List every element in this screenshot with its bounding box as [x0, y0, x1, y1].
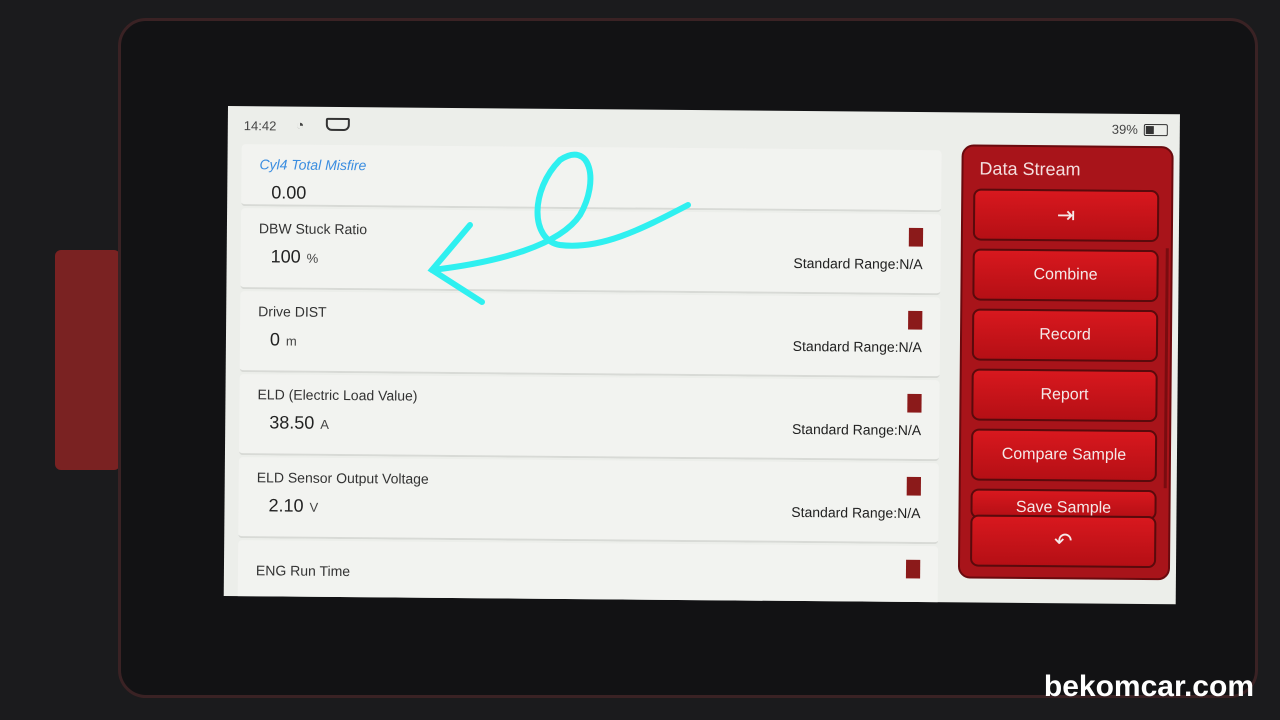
- annotation-arrow: [427, 151, 691, 305]
- watermark: bekomcar.com: [1043, 670, 1254, 703]
